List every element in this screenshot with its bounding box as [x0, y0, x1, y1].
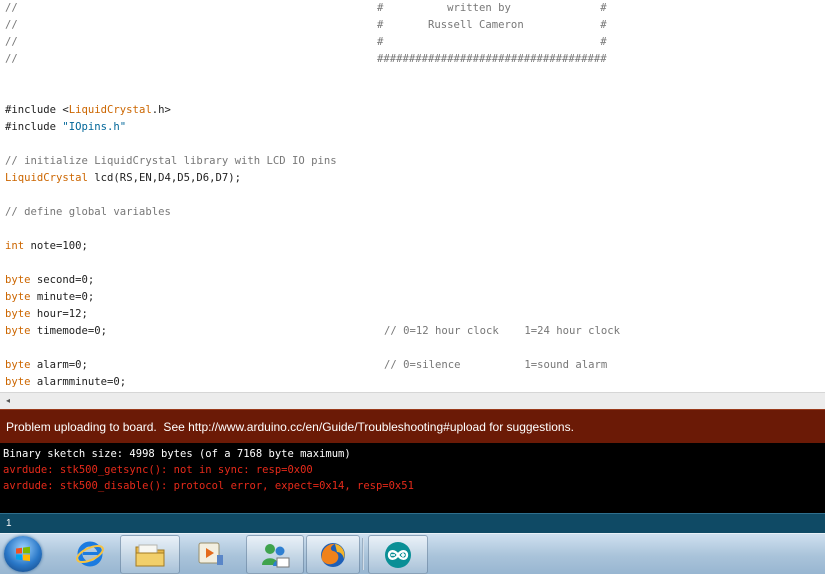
second-decl: second=0; [30, 274, 95, 286]
timemode-decl: timemode=0; [30, 325, 108, 337]
code-line-comment-init: // initialize LiquidCrystal library with… [5, 155, 337, 167]
scroll-left-arrow-icon[interactable]: ◂ [3, 395, 13, 406]
lcd-decl-rest: lcd(RS,EN,D4,D5,D6,D7); [87, 172, 241, 184]
taskbar-arduino[interactable] [368, 535, 428, 574]
arduino-icon [385, 541, 411, 568]
code-line-note: int note=100; [5, 238, 88, 255]
alarm-decl: alarm=0; [30, 359, 88, 371]
code-line-timemode: byte timemode=0; [5, 323, 107, 340]
windows-taskbar [0, 533, 825, 574]
type-keyword: int [5, 240, 25, 252]
include-directive: #include [5, 121, 63, 133]
header-comment-border: #################################### [377, 53, 607, 65]
minute-decl: minute=0; [30, 291, 95, 303]
status-bar: Problem uploading to board. See http://w… [0, 409, 825, 444]
horizontal-scrollbar[interactable]: ◂ [0, 392, 825, 409]
console-output[interactable]: Binary sketch size: 4998 bytes (of a 716… [0, 443, 825, 513]
code-line-hour: byte hour=12; [5, 306, 88, 323]
code-line-second: byte second=0; [5, 272, 94, 289]
taskbar-internet-explorer[interactable] [64, 535, 116, 572]
console-line-error-sync: avrdude: stk500_getsync(): not in sync: … [3, 464, 313, 476]
type-keyword: byte [5, 325, 31, 337]
type-keyword: byte [5, 274, 31, 286]
library-name: LiquidCrystal [68, 104, 152, 116]
taskbar-windows-explorer[interactable] [120, 535, 180, 574]
taskbar-firefox[interactable] [306, 535, 360, 574]
code-line-lcd-decl: LiquidCrystal lcd(RS,EN,D4,D5,D6,D7); [5, 170, 241, 187]
type-keyword: byte [5, 308, 31, 320]
code-line-minute: byte minute=0; [5, 289, 94, 306]
type-keyword: byte [5, 376, 31, 388]
header-comment-author: # Russell Cameron # [377, 19, 607, 31]
header-comment-written-by: # written by # [377, 2, 607, 14]
current-line-number: 1 [6, 518, 12, 529]
firefox-icon [321, 542, 345, 567]
start-button[interactable] [4, 536, 42, 572]
internet-explorer-icon [76, 541, 104, 566]
hour-decl: hour=12; [30, 308, 88, 320]
code-line-include-iopins: #include "IOpins.h" [5, 119, 126, 136]
code-line-alarmminute: byte alarmminute=0; [5, 374, 126, 391]
code-editor[interactable]: // # written by # // # Russell Cameron #… [0, 0, 825, 392]
taskbar-media-player[interactable] [184, 535, 238, 572]
console-line-size: Binary sketch size: 4998 bytes (of a 716… [3, 448, 351, 460]
header-comment-blank: # # [377, 36, 607, 48]
include-string: "IOpins.h" [62, 121, 127, 133]
alarm-comment: // 0=silence 1=sound alarm [384, 359, 608, 371]
timemode-comment: // 0=12 hour clock 1=24 hour clock [384, 325, 620, 337]
type-keyword: byte [5, 359, 31, 371]
type-keyword: byte [5, 291, 31, 303]
code-line-include-liquidcrystal: #include <LiquidCrystal.h> [5, 102, 171, 119]
code-line-comment-globals: // define global variables [5, 206, 171, 218]
code-line-4: // [5, 53, 18, 65]
code-line-1: // [5, 2, 18, 14]
code-line-2: // [5, 19, 18, 31]
status-message: Problem uploading to board. See http://w… [6, 420, 574, 434]
alarmminute-decl: alarmminute=0; [30, 376, 127, 388]
taskbar-divider [362, 538, 364, 570]
console-line-error-protocol: avrdude: stk500_disable(): protocol erro… [3, 480, 414, 492]
type-keyword: LiquidCrystal [5, 172, 88, 184]
media-player-icon [198, 542, 223, 565]
taskbar-messenger[interactable] [246, 535, 304, 574]
line-number-bar: 1 [0, 513, 825, 534]
include-suffix: .h> [151, 104, 171, 116]
folder-icon [135, 544, 165, 566]
code-line-3: // [5, 36, 18, 48]
note-decl: note=100; [24, 240, 88, 252]
messenger-icon [262, 543, 290, 567]
windows-logo-icon [16, 546, 30, 562]
code-line-alarm: byte alarm=0; [5, 357, 88, 374]
include-directive: #include < [5, 104, 69, 116]
